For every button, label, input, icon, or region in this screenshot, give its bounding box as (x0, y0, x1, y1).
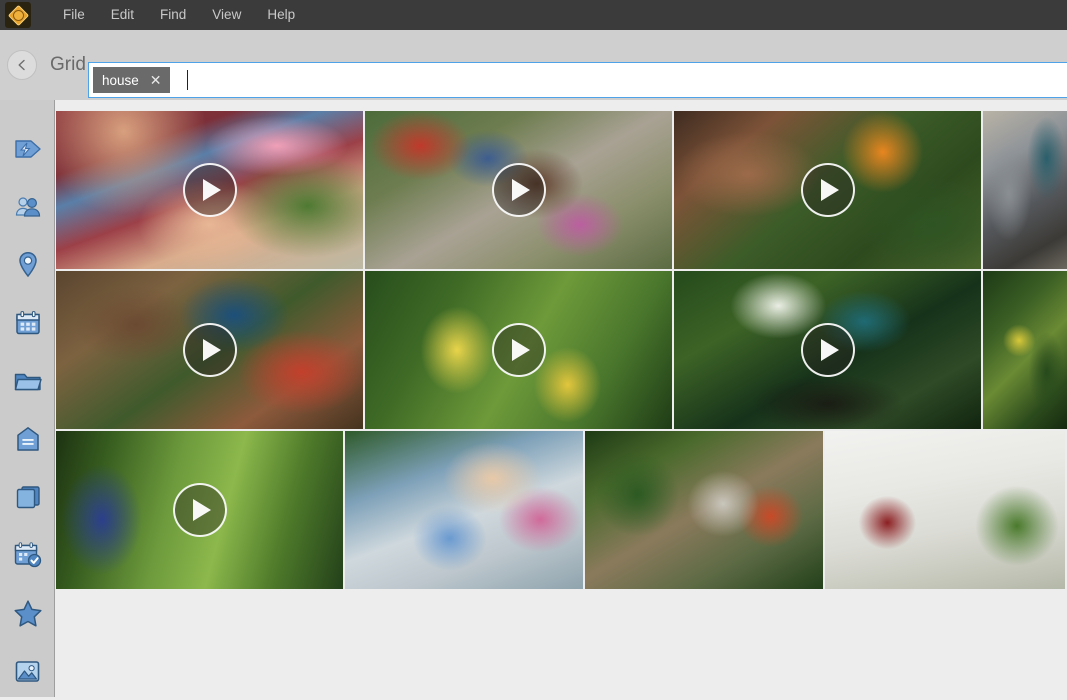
page-title: Grid (50, 54, 86, 75)
grid-tile-photo[interactable] (345, 431, 583, 589)
grid-tile-video[interactable] (365, 111, 672, 269)
grid-row (56, 111, 1067, 269)
thumbnail-image (345, 431, 583, 589)
play-icon[interactable] (172, 483, 227, 537)
app-logo-icon[interactable] (5, 2, 31, 28)
sidebar-item-folders[interactable] (0, 352, 55, 410)
image-icon (15, 660, 40, 682)
sidebar-item-events[interactable] (0, 120, 55, 178)
play-icon[interactable] (182, 163, 237, 217)
menu-find[interactable]: Find (147, 3, 199, 27)
stacked-pages-icon (16, 486, 40, 509)
sidebar-item-collections[interactable] (0, 468, 55, 526)
grid-tile-photo[interactable] (585, 431, 823, 589)
thumbnail-grid (56, 111, 1067, 591)
tag-lines-icon (16, 426, 39, 451)
grid-tile-video[interactable] (56, 431, 343, 589)
grid-tile-video[interactable] (674, 271, 981, 429)
search-tag-label: house (102, 72, 139, 88)
grid-tile-video[interactable] (56, 111, 363, 269)
sidebar-item-people[interactable] (0, 178, 55, 236)
sidebar-item-media[interactable] (0, 642, 55, 700)
play-icon[interactable] (491, 163, 546, 217)
grid-tile-video[interactable] (674, 111, 981, 269)
menu-bar: File Edit Find View Help (0, 0, 1067, 30)
star-icon (13, 600, 42, 627)
sidebar-item-tags[interactable] (0, 410, 55, 468)
grid-tile-video[interactable] (56, 271, 363, 429)
close-icon[interactable]: ✕ (150, 73, 162, 87)
toolbar: Grid house ✕ (0, 30, 1067, 100)
search-input[interactable]: house ✕ (88, 62, 1067, 98)
menu-items: File Edit Find View Help (50, 3, 308, 27)
text-caret (186, 70, 188, 90)
play-icon[interactable] (182, 323, 237, 377)
play-icon[interactable] (800, 163, 855, 217)
grid-tile-photo[interactable] (983, 271, 1067, 429)
calendar-icon (15, 310, 40, 334)
back-button[interactable] (7, 50, 37, 80)
grid-tile-photo[interactable] (825, 431, 1065, 589)
sidebar-item-favorites[interactable] (0, 584, 55, 642)
grid-row (56, 431, 1067, 589)
play-icon[interactable] (800, 323, 855, 377)
sidebar (0, 100, 55, 697)
sidebar-item-places[interactable] (0, 236, 55, 294)
menu-file[interactable]: File (50, 3, 98, 27)
calendar-check-icon (14, 542, 41, 568)
chevron-left-icon (18, 59, 25, 71)
thumbnail-image (983, 111, 1067, 269)
grid-tile-video[interactable] (365, 271, 672, 429)
sidebar-item-tasks[interactable] (0, 526, 55, 584)
thumbnail-image (585, 431, 823, 589)
grid-row (56, 271, 1067, 429)
menu-view[interactable]: View (199, 3, 254, 27)
menu-edit[interactable]: Edit (98, 3, 147, 27)
people-icon (15, 197, 40, 217)
grid-tile-photo[interactable] (983, 111, 1067, 269)
search-tag-house[interactable]: house ✕ (93, 67, 170, 93)
thumbnail-image (983, 271, 1067, 429)
folder-icon (14, 373, 42, 390)
menu-help[interactable]: Help (254, 3, 308, 27)
map-pin-icon (18, 252, 37, 278)
grid-content-area[interactable] (56, 100, 1067, 697)
diamond-circle-logo-icon (7, 4, 29, 26)
play-icon[interactable] (491, 323, 546, 377)
lightning-tag-icon (14, 140, 41, 158)
sidebar-item-calendar[interactable] (0, 294, 55, 352)
thumbnail-image (825, 431, 1065, 589)
